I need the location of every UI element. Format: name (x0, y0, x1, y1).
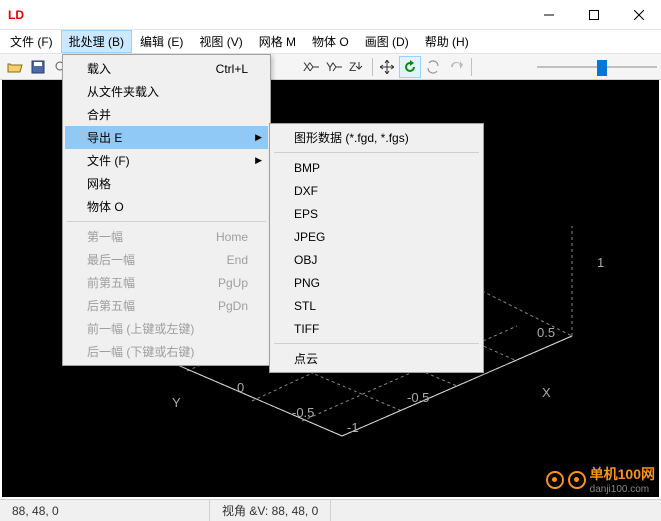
menuitem-obj[interactable]: OBJ (272, 248, 481, 271)
menu-edit[interactable]: 编辑 (E) (132, 30, 191, 53)
minimize-button[interactable] (526, 0, 571, 30)
menu-separator (274, 152, 479, 153)
x-axis-icon[interactable]: X (300, 56, 322, 78)
menu-bar: 文件 (F) 批处理 (B) 编辑 (E) 视图 (V) 网格 M 物体 O 画… (0, 30, 661, 54)
rotate-icon[interactable] (399, 56, 421, 78)
menu-batch[interactable]: 批处理 (B) (61, 30, 132, 53)
watermark: 单机100网 danji100.com (546, 464, 655, 495)
menu-help[interactable]: 帮助 (H) (417, 30, 477, 53)
tick-x-1: 1 (597, 255, 604, 270)
menuitem-object[interactable]: 物体 O (65, 195, 268, 218)
svg-text:Y: Y (326, 60, 334, 74)
open-icon[interactable] (4, 56, 26, 78)
menuitem-merge[interactable]: 合并 (65, 103, 268, 126)
svg-text:Z: Z (349, 60, 356, 74)
menuitem-next5: 后第五幅PgDn (65, 294, 268, 317)
menu-plot[interactable]: 画图 (D) (357, 30, 417, 53)
watermark-logo-icon (568, 471, 586, 489)
z-axis-icon[interactable]: Z (346, 56, 368, 78)
menuitem-stl[interactable]: STL (272, 294, 481, 317)
watermark-logo-icon (546, 471, 564, 489)
refresh-icon[interactable] (422, 56, 444, 78)
zoom-slider[interactable] (537, 58, 657, 76)
menuitem-last: 最后一幅End (65, 248, 268, 271)
menuitem-figdata[interactable]: 图形数据 (*.fgd, *.fgs) (272, 126, 481, 149)
close-button[interactable] (616, 0, 661, 30)
tick-y-0: 0 (237, 380, 244, 395)
watermark-name: 单机100网 (590, 464, 655, 484)
y-axis-label: Y (172, 395, 181, 410)
tick-y-n05: -0.5 (292, 405, 314, 420)
menu-separator (67, 221, 266, 222)
redo-icon[interactable] (445, 56, 467, 78)
maximize-button[interactable] (571, 0, 616, 30)
menuitem-tiff[interactable]: TIFF (272, 317, 481, 340)
menuitem-export[interactable]: 导出 E▶ (65, 126, 268, 149)
save-icon[interactable] (27, 56, 49, 78)
menuitem-next1: 后一幅 (下键或右键) (65, 340, 268, 363)
menuitem-eps[interactable]: EPS (272, 202, 481, 225)
menuitem-load-folder[interactable]: 从文件夹载入 (65, 80, 268, 103)
batch-menu-dropdown: 载入Ctrl+L 从文件夹载入 合并 导出 E▶ 文件 (F)▶ 网格 物体 O… (62, 54, 271, 366)
menuitem-prev1: 前一幅 (上键或左键) (65, 317, 268, 340)
status-bar: 88, 48, 0 视角 &V: 88, 48, 0 (0, 499, 661, 521)
app-icon: LD (6, 7, 26, 23)
menu-grid[interactable]: 网格 M (251, 30, 304, 53)
chevron-right-icon: ▶ (255, 132, 262, 143)
menuitem-grid[interactable]: 网格 (65, 172, 268, 195)
watermark-url: danji100.com (590, 484, 655, 495)
title-bar: LD (0, 0, 661, 30)
menuitem-first: 第一幅Home (65, 225, 268, 248)
move-icon[interactable] (376, 56, 398, 78)
tick-x-n1: -1 (347, 420, 359, 435)
export-submenu: 图形数据 (*.fgd, *.fgs) BMP DXF EPS JPEG OBJ… (269, 123, 484, 373)
x-axis-label: X (542, 385, 551, 400)
menuitem-load[interactable]: 载入Ctrl+L (65, 57, 268, 80)
menuitem-prev5: 前第五幅PgUp (65, 271, 268, 294)
menu-view[interactable]: 视图 (V) (191, 30, 250, 53)
svg-text:X: X (303, 60, 311, 74)
menuitem-png[interactable]: PNG (272, 271, 481, 294)
menuitem-pointcloud[interactable]: 点云 (272, 347, 481, 370)
slider-thumb-icon[interactable] (597, 60, 607, 76)
tick-x-05: 0.5 (537, 325, 555, 340)
menu-object[interactable]: 物体 O (304, 30, 357, 53)
tick-x-n05: -0.5 (407, 390, 429, 405)
status-coords: 88, 48, 0 (0, 500, 210, 521)
menuitem-dxf[interactable]: DXF (272, 179, 481, 202)
status-view: 视角 &V: 88, 48, 0 (210, 500, 331, 521)
menu-separator (274, 343, 479, 344)
menuitem-jpeg[interactable]: JPEG (272, 225, 481, 248)
menu-file[interactable]: 文件 (F) (2, 30, 61, 53)
y-axis-icon[interactable]: Y (323, 56, 345, 78)
menuitem-bmp[interactable]: BMP (272, 156, 481, 179)
menuitem-file[interactable]: 文件 (F)▶ (65, 149, 268, 172)
chevron-right-icon: ▶ (255, 155, 262, 166)
